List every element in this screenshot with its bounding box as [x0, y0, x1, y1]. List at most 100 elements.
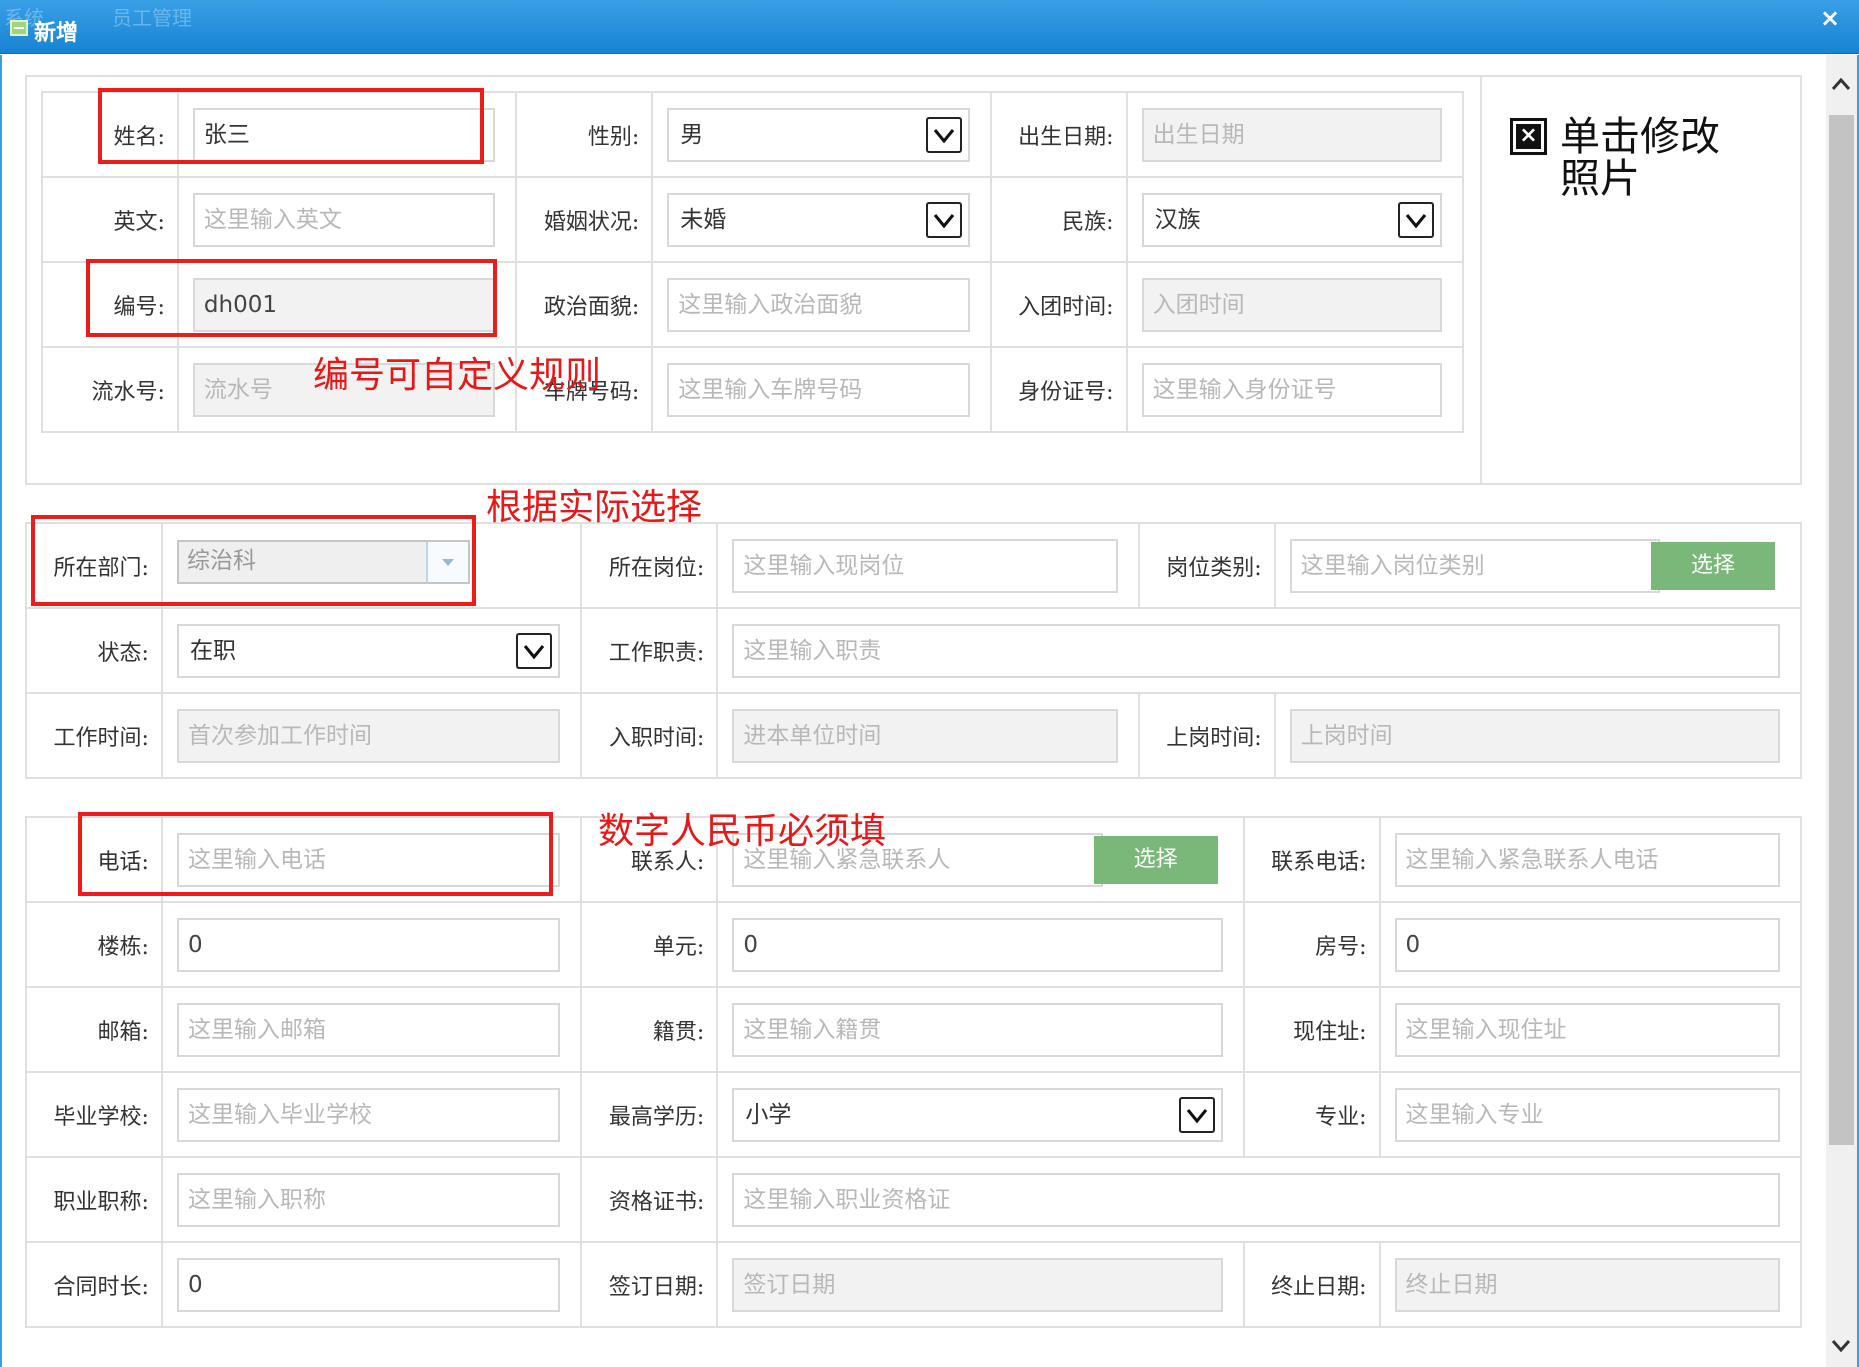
scroll-up-icon[interactable]	[1826, 65, 1857, 105]
window-titlebar: 系统 员工管理 新增 ×	[0, 0, 1859, 54]
duty-label: 工作职责:	[580, 607, 719, 694]
onpost-time-input[interactable]: 上岗时间	[1289, 708, 1780, 763]
address-input[interactable]: 这里输入现住址	[1394, 1002, 1780, 1057]
status-select[interactable]: 在职	[176, 623, 561, 678]
department-annotation: 根据实际选择	[486, 487, 703, 528]
employee-id-label: 编号:	[41, 261, 179, 348]
work-time-label: 工作时间:	[25, 692, 163, 779]
contact-select-button[interactable]: 选择	[1093, 835, 1218, 884]
employee-id-input[interactable]: dh001	[192, 277, 496, 332]
native-place-input[interactable]: 这里输入籍贯	[732, 1002, 1223, 1057]
room-input[interactable]: 0	[1394, 917, 1780, 972]
education-label: 最高学历:	[580, 1071, 719, 1158]
unit-input[interactable]: 0	[732, 917, 1223, 972]
background-tab-staff[interactable]: 员工管理	[112, 2, 192, 30]
combo-arrow-icon[interactable]	[426, 541, 469, 582]
english-name-label: 英文:	[41, 176, 179, 263]
contract-length-label: 合同时长:	[25, 1241, 163, 1328]
scrollbar-thumb[interactable]	[1829, 115, 1854, 1145]
contact-info-table: 电话: 这里输入电话 联系人: 这里输入紧急联系人 选择 联系电话: 这里输入紧…	[25, 816, 1803, 1328]
contract-length-input[interactable]: 0	[176, 1257, 561, 1312]
building-label: 楼栋:	[25, 901, 163, 988]
gender-select-value: 男	[680, 121, 704, 148]
chevron-down-icon[interactable]	[925, 116, 962, 153]
vertical-scrollbar[interactable]	[1826, 55, 1857, 1367]
duty-input[interactable]: 这里输入职责	[732, 623, 1780, 678]
phone-annotation: 数字人民币必须填	[598, 811, 887, 852]
marital-status-label: 婚姻状况:	[515, 176, 654, 263]
work-time-input[interactable]: 首次参加工作时间	[176, 708, 561, 763]
onpost-time-label: 上岗时间:	[1137, 692, 1276, 779]
chevron-down-icon[interactable]	[1398, 201, 1434, 238]
building-input[interactable]: 0	[176, 917, 561, 972]
league-join-date-input[interactable]: 入团时间	[1141, 277, 1442, 332]
phone-label: 电话:	[25, 816, 163, 903]
english-name-input[interactable]: 这里输入英文	[192, 192, 496, 247]
broken-image-icon[interactable]: ×	[1510, 118, 1547, 155]
school-input[interactable]: 这里输入毕业学校	[176, 1087, 561, 1142]
id-card-input[interactable]: 这里输入身份证号	[1141, 362, 1442, 417]
end-date-input[interactable]: 终止日期	[1394, 1257, 1780, 1312]
major-input[interactable]: 这里输入专业	[1394, 1087, 1780, 1142]
window-title: 新增	[34, 21, 79, 46]
contact-phone-input[interactable]: 这里输入紧急联系人电话	[1394, 832, 1780, 887]
chevron-down-icon[interactable]	[1178, 1096, 1215, 1133]
serial-number-label: 流水号:	[41, 346, 179, 433]
department-combobox[interactable]: 综治科	[176, 539, 471, 584]
major-label: 专业:	[1242, 1071, 1381, 1158]
name-input[interactable]: 张三	[192, 107, 496, 162]
window-form-icon	[10, 20, 28, 36]
native-place-label: 籍贯:	[580, 986, 719, 1073]
email-input[interactable]: 这里输入邮箱	[176, 1002, 561, 1057]
birthdate-label: 出生日期:	[989, 91, 1128, 178]
post-info-table: 所在部门: 综治科 所在岗位: 这里输入现岗位 岗位类别: 这里输入岗位类别 选…	[25, 522, 1803, 779]
gender-select[interactable]: 男	[667, 107, 970, 162]
marital-status-select[interactable]: 未婚	[667, 192, 970, 247]
room-label: 房号:	[1242, 901, 1381, 988]
email-label: 邮箱:	[25, 986, 163, 1073]
address-label: 现住址:	[1242, 986, 1381, 1073]
ethnicity-select[interactable]: 汉族	[1141, 192, 1442, 247]
gender-label: 性别:	[515, 91, 654, 178]
ethnicity-value: 汉族	[1154, 206, 1201, 233]
photo-change-link[interactable]: 单击修改照片	[1560, 116, 1750, 200]
phone-input[interactable]: 这里输入电话	[176, 832, 561, 887]
political-status-input[interactable]: 这里输入政治面貌	[667, 277, 970, 332]
name-label: 姓名:	[41, 91, 179, 178]
basic-info-table: 姓名: 张三 性别: 男 出生日期: 出生日期 英文: 这里输入英文 婚姻状况:…	[41, 91, 1465, 433]
close-button[interactable]: ×	[1813, 4, 1847, 32]
certificate-label: 资格证书:	[580, 1156, 719, 1243]
sign-date-input[interactable]: 签订日期	[732, 1257, 1223, 1312]
scroll-down-icon[interactable]	[1826, 1327, 1857, 1367]
education-select[interactable]: 小学	[732, 1087, 1223, 1142]
end-date-label: 终止日期:	[1242, 1241, 1381, 1328]
entry-time-label: 入职时间:	[580, 692, 719, 779]
unit-label: 单元:	[580, 901, 719, 988]
certificate-input[interactable]: 这里输入职业资格证	[732, 1172, 1780, 1227]
post-type-label: 岗位类别:	[1137, 522, 1276, 609]
school-label: 毕业学校:	[25, 1071, 163, 1158]
post-type-select-button[interactable]: 选择	[1651, 541, 1775, 590]
entry-time-input[interactable]: 进本单位时间	[732, 708, 1118, 763]
professional-title-input[interactable]: 这里输入职称	[176, 1172, 561, 1227]
plate-number-input[interactable]: 这里输入车牌号码	[667, 362, 970, 417]
photo-area[interactable]: × 单击修改照片	[1480, 92, 1800, 202]
ethnicity-label: 民族:	[989, 176, 1128, 263]
sign-date-label: 签订日期:	[580, 1241, 719, 1328]
contact-phone-label: 联系电话:	[1242, 816, 1381, 903]
professional-title-label: 职业职称:	[25, 1156, 163, 1243]
chevron-down-icon[interactable]	[925, 201, 962, 238]
status-value: 在职	[189, 637, 236, 664]
id-rule-annotation: 编号可自定义规则	[313, 355, 602, 396]
league-join-date-label: 入团时间:	[989, 261, 1128, 348]
department-label: 所在部门:	[25, 522, 163, 609]
marital-status-value: 未婚	[680, 206, 727, 233]
status-label: 状态:	[25, 607, 163, 694]
education-value: 小学	[745, 1101, 792, 1128]
birthdate-input[interactable]: 出生日期	[1141, 107, 1442, 162]
post-input[interactable]: 这里输入现岗位	[732, 538, 1118, 593]
department-value: 综治科	[186, 547, 256, 574]
chevron-down-icon[interactable]	[516, 632, 553, 669]
post-label: 所在岗位:	[580, 522, 719, 609]
post-type-input[interactable]: 这里输入岗位类别	[1289, 538, 1660, 593]
